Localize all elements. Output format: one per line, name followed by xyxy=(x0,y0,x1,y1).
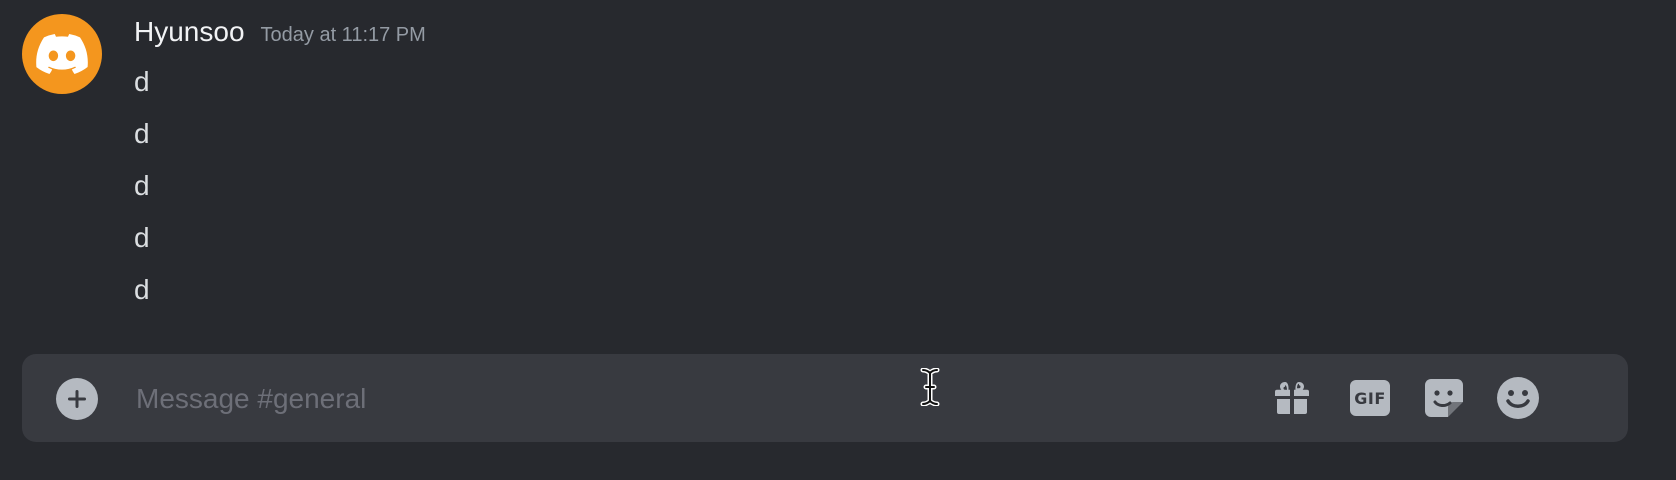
message-line: d xyxy=(134,118,150,149)
plus-circle-icon[interactable] xyxy=(56,378,98,420)
message-composer: GIF xyxy=(22,354,1628,442)
discord-logo-icon[interactable] xyxy=(22,14,102,94)
message-timestamp: Today at 11:17 PM xyxy=(260,24,426,46)
message-line: d xyxy=(134,222,150,253)
emoji-icon[interactable] xyxy=(1496,374,1540,422)
text-cursor-icon xyxy=(920,367,940,411)
gif-icon[interactable]: GIF xyxy=(1348,374,1392,422)
message-content: d d d d d xyxy=(134,56,150,316)
author-name[interactable]: Hyunsoo xyxy=(134,14,245,50)
gift-icon[interactable] xyxy=(1270,374,1314,422)
chat-window: Hyunsoo Today at 11:17 PM d d d d d GIF xyxy=(0,0,1676,480)
message-line: d xyxy=(134,66,150,97)
message-line: d xyxy=(134,274,150,305)
message-line: d xyxy=(134,170,150,201)
message-header: Hyunsoo Today at 11:17 PM xyxy=(134,14,426,50)
message-input[interactable] xyxy=(134,374,1188,424)
gif-label: GIF xyxy=(1350,380,1390,416)
sticker-icon[interactable] xyxy=(1422,374,1466,422)
